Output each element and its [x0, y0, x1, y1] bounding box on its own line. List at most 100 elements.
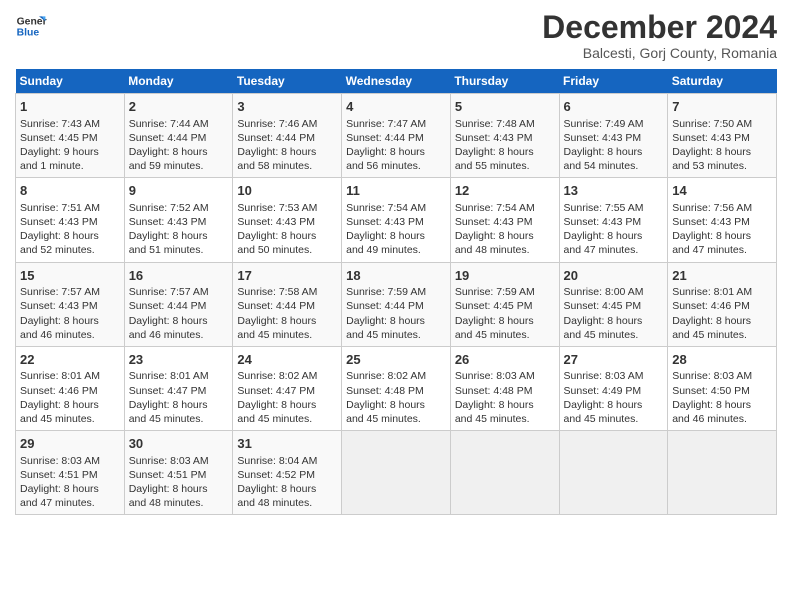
day-info-line: Daylight: 8 hours [672, 314, 772, 328]
calendar-cell: 10Sunrise: 7:53 AMSunset: 4:43 PMDayligh… [233, 178, 342, 262]
day-number: 25 [346, 351, 446, 369]
week-row-1: 1Sunrise: 7:43 AMSunset: 4:45 PMDaylight… [16, 94, 777, 178]
day-info-line: Sunset: 4:45 PM [564, 299, 664, 313]
day-number: 3 [237, 98, 337, 116]
day-info-line: Sunset: 4:43 PM [20, 299, 120, 313]
day-number: 2 [129, 98, 229, 116]
calendar-cell [668, 431, 777, 515]
day-number: 29 [20, 435, 120, 453]
week-row-5: 29Sunrise: 8:03 AMSunset: 4:51 PMDayligh… [16, 431, 777, 515]
day-info-line: Sunset: 4:43 PM [237, 215, 337, 229]
day-number: 17 [237, 267, 337, 285]
day-info-line: Sunset: 4:45 PM [20, 131, 120, 145]
week-row-3: 15Sunrise: 7:57 AMSunset: 4:43 PMDayligh… [16, 262, 777, 346]
day-info-line: and 45 minutes. [346, 412, 446, 426]
day-info-line: and 47 minutes. [20, 496, 120, 510]
day-info-line: Daylight: 8 hours [346, 229, 446, 243]
day-info-line: Sunrise: 8:03 AM [20, 454, 120, 468]
calendar-cell: 21Sunrise: 8:01 AMSunset: 4:46 PMDayligh… [668, 262, 777, 346]
calendar-cell: 25Sunrise: 8:02 AMSunset: 4:48 PMDayligh… [342, 346, 451, 430]
day-info-line: and 55 minutes. [455, 159, 555, 173]
day-number: 11 [346, 182, 446, 200]
day-info-line: Daylight: 8 hours [346, 145, 446, 159]
day-info-line: Sunrise: 7:51 AM [20, 201, 120, 215]
day-number: 21 [672, 267, 772, 285]
day-info-line: Sunrise: 7:54 AM [346, 201, 446, 215]
day-info-line: Sunset: 4:46 PM [20, 384, 120, 398]
day-info-line: Sunrise: 7:59 AM [346, 285, 446, 299]
day-info-line: Sunrise: 8:03 AM [129, 454, 229, 468]
day-info-line: and 46 minutes. [20, 328, 120, 342]
day-info-line: Sunrise: 7:52 AM [129, 201, 229, 215]
day-number: 12 [455, 182, 555, 200]
day-info-line: Sunset: 4:43 PM [455, 131, 555, 145]
day-info-line: Sunrise: 8:02 AM [237, 369, 337, 383]
main-title: December 2024 [542, 10, 777, 45]
day-info-line: Sunset: 4:48 PM [455, 384, 555, 398]
header: General Blue December 2024 Balcesti, Gor… [15, 10, 777, 61]
calendar-cell: 2Sunrise: 7:44 AMSunset: 4:44 PMDaylight… [124, 94, 233, 178]
day-info-line: Daylight: 8 hours [346, 314, 446, 328]
day-number: 7 [672, 98, 772, 116]
day-info-line: Daylight: 8 hours [455, 314, 555, 328]
day-info-line: Daylight: 8 hours [672, 229, 772, 243]
logo-icon: General Blue [15, 10, 47, 42]
day-info-line: Daylight: 8 hours [129, 398, 229, 412]
day-number: 4 [346, 98, 446, 116]
day-number: 19 [455, 267, 555, 285]
calendar-cell: 1Sunrise: 7:43 AMSunset: 4:45 PMDaylight… [16, 94, 125, 178]
day-info-line: Sunset: 4:43 PM [346, 215, 446, 229]
day-info-line: Sunrise: 7:56 AM [672, 201, 772, 215]
day-info-line: Daylight: 8 hours [455, 398, 555, 412]
calendar-cell: 3Sunrise: 7:46 AMSunset: 4:44 PMDaylight… [233, 94, 342, 178]
day-info-line: and 45 minutes. [564, 412, 664, 426]
day-info-line: Sunset: 4:43 PM [20, 215, 120, 229]
day-info-line: Sunset: 4:44 PM [237, 299, 337, 313]
calendar-cell: 14Sunrise: 7:56 AMSunset: 4:43 PMDayligh… [668, 178, 777, 262]
day-info-line: Daylight: 8 hours [455, 145, 555, 159]
day-info-line: Sunset: 4:44 PM [129, 299, 229, 313]
day-number: 31 [237, 435, 337, 453]
header-cell-thursday: Thursday [450, 69, 559, 94]
calendar-cell: 5Sunrise: 7:48 AMSunset: 4:43 PMDaylight… [450, 94, 559, 178]
day-info-line: Sunset: 4:43 PM [672, 215, 772, 229]
day-info-line: Sunset: 4:44 PM [346, 299, 446, 313]
day-info-line: Daylight: 8 hours [129, 482, 229, 496]
day-info-line: Sunset: 4:43 PM [564, 215, 664, 229]
day-info-line: Sunset: 4:51 PM [20, 468, 120, 482]
day-info-line: Daylight: 8 hours [564, 229, 664, 243]
calendar-cell: 27Sunrise: 8:03 AMSunset: 4:49 PMDayligh… [559, 346, 668, 430]
day-info-line: Sunrise: 7:48 AM [455, 117, 555, 131]
day-info-line: and 45 minutes. [237, 328, 337, 342]
calendar-cell [559, 431, 668, 515]
day-info-line: and 58 minutes. [237, 159, 337, 173]
day-info-line: Sunrise: 7:46 AM [237, 117, 337, 131]
day-info-line: Daylight: 8 hours [129, 229, 229, 243]
day-info-line: Sunset: 4:47 PM [237, 384, 337, 398]
calendar-cell: 20Sunrise: 8:00 AMSunset: 4:45 PMDayligh… [559, 262, 668, 346]
day-info-line: Daylight: 8 hours [237, 398, 337, 412]
page-container: General Blue December 2024 Balcesti, Gor… [0, 0, 792, 525]
header-cell-wednesday: Wednesday [342, 69, 451, 94]
day-number: 8 [20, 182, 120, 200]
header-cell-tuesday: Tuesday [233, 69, 342, 94]
day-info-line: Sunset: 4:45 PM [455, 299, 555, 313]
day-info-line: Daylight: 8 hours [564, 398, 664, 412]
calendar-cell: 18Sunrise: 7:59 AMSunset: 4:44 PMDayligh… [342, 262, 451, 346]
day-number: 14 [672, 182, 772, 200]
day-info-line: Sunrise: 7:44 AM [129, 117, 229, 131]
calendar-cell: 6Sunrise: 7:49 AMSunset: 4:43 PMDaylight… [559, 94, 668, 178]
day-info-line: Sunset: 4:43 PM [564, 131, 664, 145]
calendar-cell: 11Sunrise: 7:54 AMSunset: 4:43 PMDayligh… [342, 178, 451, 262]
day-info-line: Daylight: 8 hours [20, 229, 120, 243]
day-info-line: and 1 minute. [20, 159, 120, 173]
day-info-line: and 59 minutes. [129, 159, 229, 173]
day-info-line: Daylight: 8 hours [564, 314, 664, 328]
day-info-line: Sunrise: 7:49 AM [564, 117, 664, 131]
calendar-cell: 16Sunrise: 7:57 AMSunset: 4:44 PMDayligh… [124, 262, 233, 346]
calendar-cell: 4Sunrise: 7:47 AMSunset: 4:44 PMDaylight… [342, 94, 451, 178]
title-block: December 2024 Balcesti, Gorj County, Rom… [542, 10, 777, 61]
day-info-line: and 45 minutes. [455, 328, 555, 342]
day-info-line: Sunset: 4:51 PM [129, 468, 229, 482]
day-info-line: Daylight: 8 hours [672, 398, 772, 412]
